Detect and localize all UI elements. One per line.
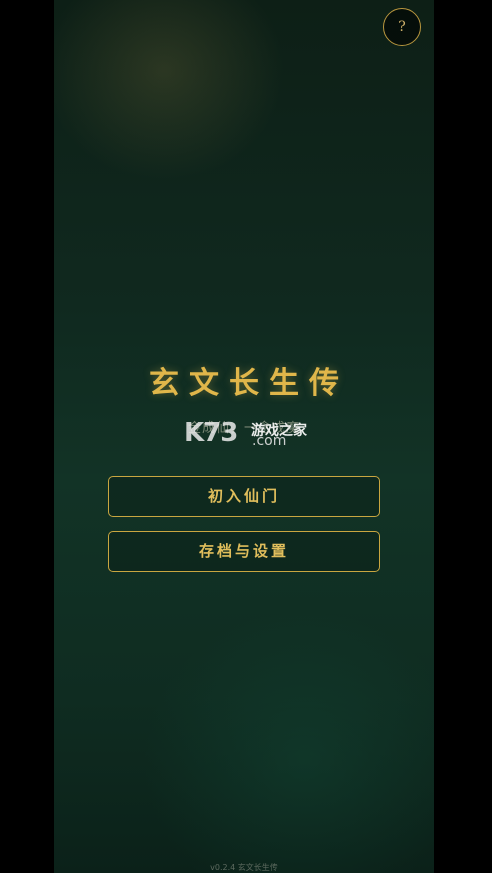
- start-game-button[interactable]: 初入仙门: [108, 476, 380, 517]
- save-settings-button[interactable]: 存档与设置: [108, 531, 380, 572]
- watermark-com-text: .com: [252, 433, 287, 449]
- version-label: v0.2.4 玄文长生传: [210, 863, 278, 872]
- game-screen: ? 玄文长生传 金成仙，一念成魔 K73 游戏之家 .com 初入仙门 存档与设…: [54, 0, 434, 873]
- watermark-brand: K73: [184, 418, 238, 448]
- help-button[interactable]: ?: [383, 8, 421, 46]
- help-icon: ?: [398, 19, 406, 35]
- k73-watermark-logo: K73 游戏之家 .com: [184, 418, 314, 452]
- game-title: 玄文长生传: [149, 366, 349, 401]
